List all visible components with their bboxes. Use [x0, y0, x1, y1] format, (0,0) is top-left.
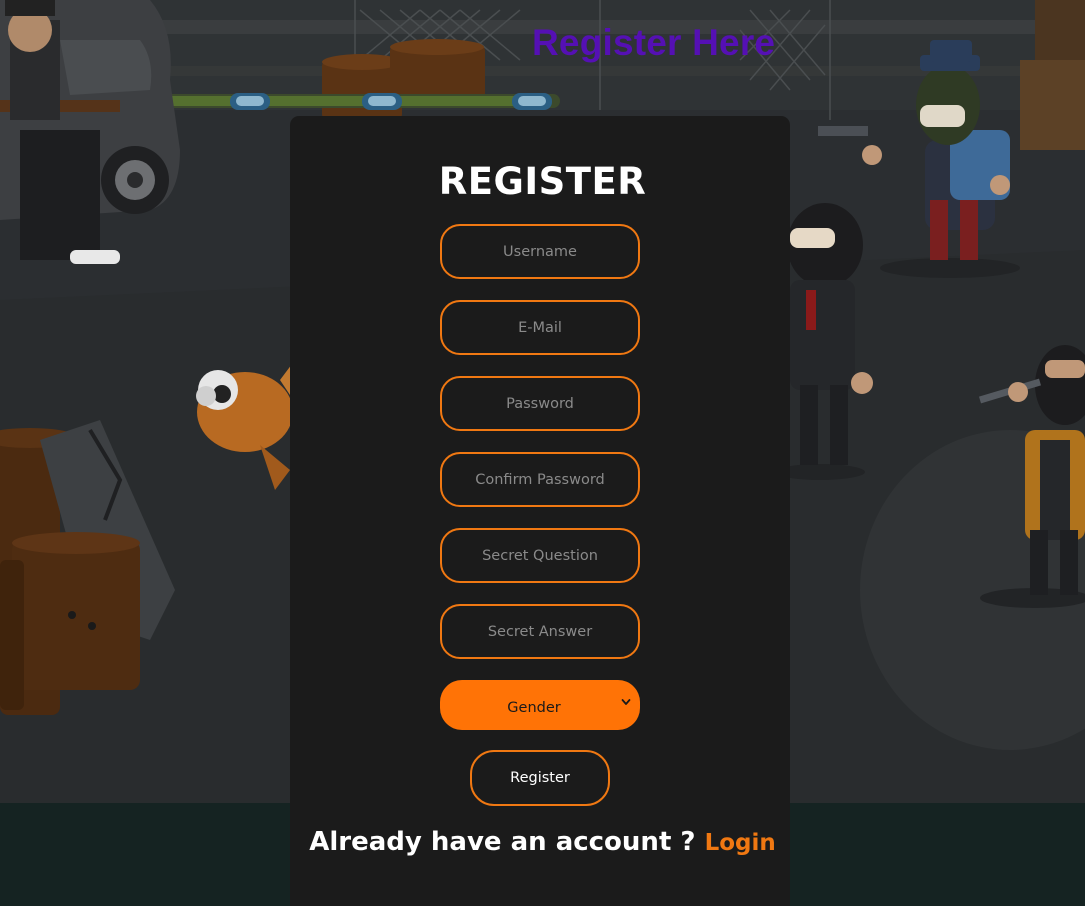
gender-select-wrapper: Gender: [440, 680, 640, 730]
username-input[interactable]: [440, 224, 640, 279]
login-link[interactable]: Login: [705, 830, 776, 856]
email-input[interactable]: [440, 300, 640, 355]
password-input[interactable]: [440, 376, 640, 431]
register-title: REGISTER: [438, 160, 647, 203]
register-button[interactable]: Register: [470, 750, 610, 806]
secret-answer-input[interactable]: [440, 604, 640, 659]
secret-question-input[interactable]: [440, 528, 640, 583]
confirm-password-input[interactable]: [440, 452, 640, 507]
login-prompt: Already have an account ? Login: [0, 827, 1085, 857]
login-prompt-text: Already have an account ?: [309, 827, 705, 857]
gender-select[interactable]: Gender: [440, 680, 640, 730]
page-heading: Register Here: [532, 22, 776, 63]
